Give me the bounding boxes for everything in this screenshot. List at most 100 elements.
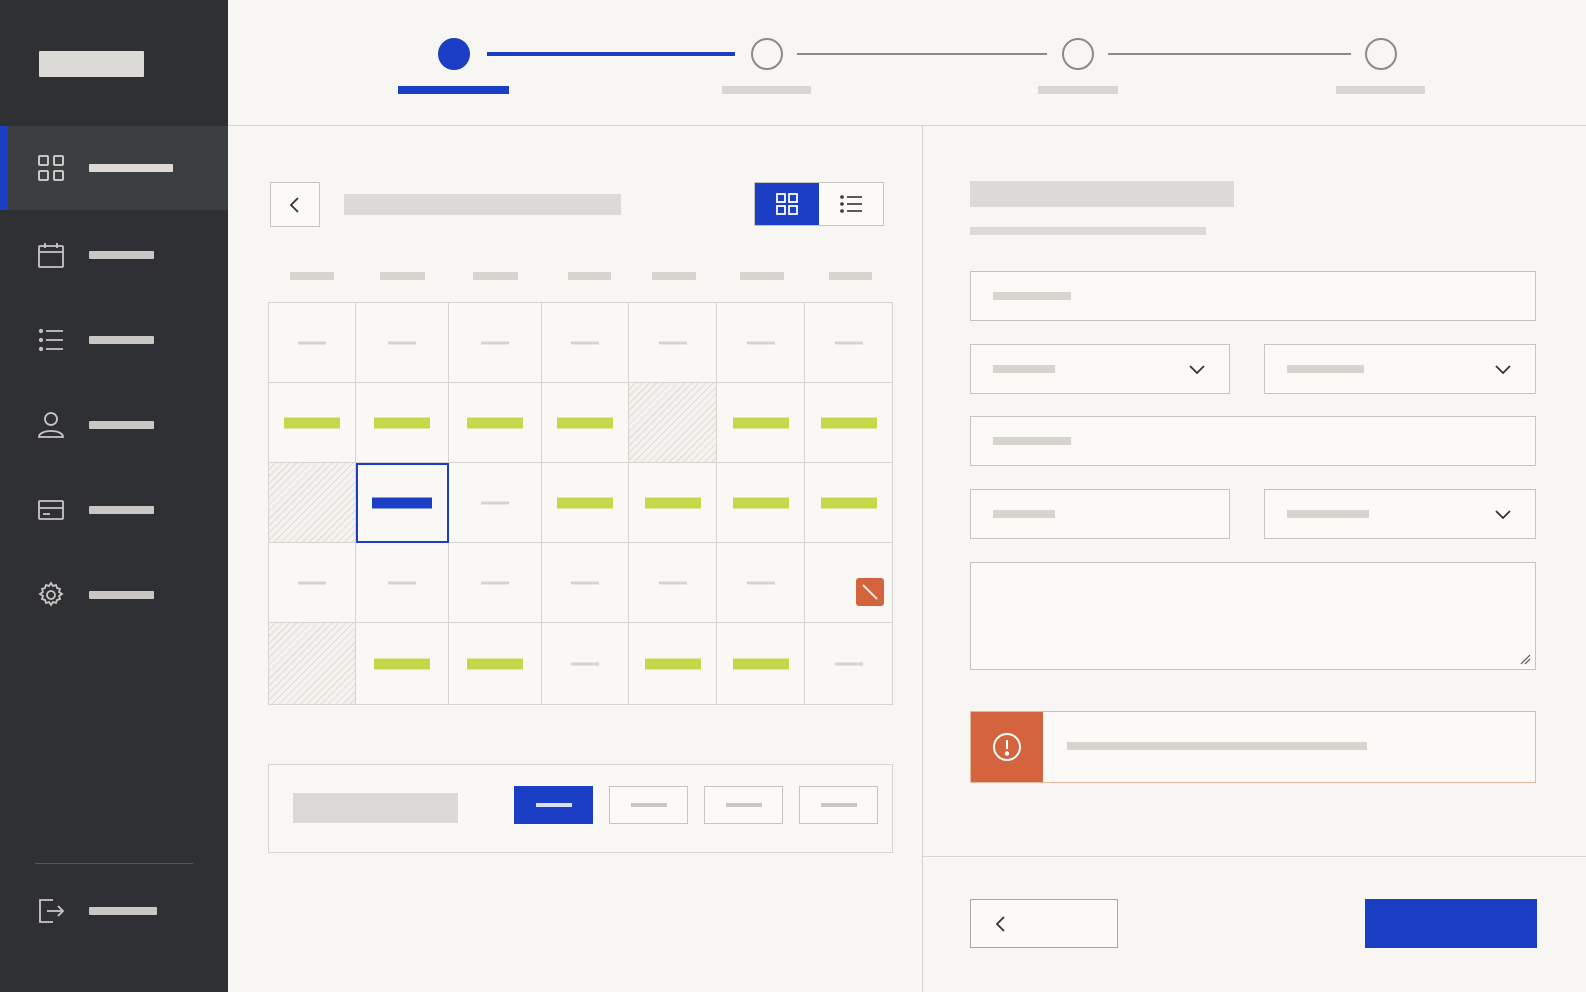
calendar-day-cell bbox=[269, 303, 356, 383]
sidebar-item-profile[interactable] bbox=[0, 383, 228, 467]
calendar-day-cell[interactable] bbox=[805, 383, 892, 463]
available-day-marker bbox=[820, 417, 877, 428]
calendar-day-cell bbox=[356, 303, 449, 383]
sidebar-item-calendar[interactable] bbox=[0, 213, 228, 297]
day-placeholder bbox=[481, 581, 509, 584]
calendar-day-cell[interactable] bbox=[717, 463, 805, 543]
time-slot-option[interactable] bbox=[609, 786, 688, 824]
calendar-day-cell[interactable] bbox=[449, 383, 542, 463]
calendar-day-cell[interactable] bbox=[542, 463, 629, 543]
step-1-label bbox=[398, 86, 509, 94]
calendar-day-cell[interactable] bbox=[542, 383, 629, 463]
day-placeholder bbox=[658, 341, 687, 344]
available-day-marker bbox=[732, 417, 789, 428]
list-icon bbox=[37, 326, 65, 354]
sidebar-item-settings[interactable] bbox=[0, 553, 228, 637]
select-field[interactable] bbox=[1264, 344, 1536, 394]
sidebar-item-list[interactable] bbox=[0, 298, 228, 382]
field-placeholder bbox=[1287, 365, 1364, 373]
weekday-label bbox=[473, 272, 518, 280]
time-slot-option[interactable] bbox=[704, 786, 783, 824]
resize-handle-icon[interactable] bbox=[1519, 653, 1531, 665]
calendar-day-cell[interactable] bbox=[629, 623, 717, 704]
step-3-label bbox=[1038, 86, 1118, 94]
grid-view-button[interactable] bbox=[755, 183, 819, 225]
alert-message bbox=[1067, 742, 1367, 750]
calendar-grid bbox=[268, 302, 893, 705]
calendar-day-cell[interactable] bbox=[356, 383, 449, 463]
calendar-day-cell bbox=[805, 303, 892, 383]
day-placeholder bbox=[658, 581, 687, 584]
previous-button[interactable] bbox=[970, 899, 1118, 948]
calendar-day-cell[interactable] bbox=[629, 463, 717, 543]
calendar-day-cell[interactable] bbox=[717, 383, 805, 463]
user-icon bbox=[37, 411, 65, 439]
weekday-label bbox=[740, 272, 784, 280]
grid-icon bbox=[37, 154, 65, 182]
textarea-field[interactable] bbox=[970, 562, 1536, 670]
calendar-day-cell bbox=[629, 383, 717, 463]
available-day-marker bbox=[820, 497, 877, 508]
weekday-label bbox=[290, 272, 334, 280]
available-day-marker bbox=[732, 658, 789, 669]
calendar-day-cell[interactable] bbox=[717, 623, 805, 704]
calendar-day-cell[interactable] bbox=[356, 623, 449, 704]
step-2-indicator[interactable] bbox=[751, 38, 783, 70]
gear-icon bbox=[37, 581, 65, 609]
step-connector bbox=[797, 53, 1047, 55]
day-placeholder bbox=[298, 581, 326, 584]
calendar-day-cell[interactable] bbox=[269, 383, 356, 463]
calendar-day-cell[interactable] bbox=[449, 623, 542, 704]
time-slot-option[interactable] bbox=[799, 786, 878, 824]
available-day-marker bbox=[644, 497, 701, 508]
text-field[interactable] bbox=[970, 489, 1230, 539]
weekday-label bbox=[829, 272, 872, 280]
calendar-day-cell[interactable] bbox=[805, 463, 892, 543]
text-field[interactable] bbox=[970, 416, 1536, 466]
available-day-marker bbox=[467, 658, 523, 669]
time-slot-option[interactable] bbox=[514, 786, 593, 824]
text-field[interactable] bbox=[970, 271, 1536, 321]
weekday-label bbox=[380, 272, 425, 280]
calendar-day-cell bbox=[805, 543, 892, 623]
calendar-day-cell bbox=[542, 543, 629, 623]
field-placeholder bbox=[993, 365, 1055, 373]
step-1-indicator[interactable] bbox=[438, 38, 470, 70]
calendar-day-cell bbox=[629, 543, 717, 623]
sidebar-item-label bbox=[89, 251, 154, 259]
calendar-day-cell bbox=[542, 303, 629, 383]
step-4-indicator[interactable] bbox=[1365, 38, 1397, 70]
calendar-day-cell[interactable] bbox=[356, 463, 449, 543]
calendar-day-cell bbox=[269, 623, 356, 704]
day-placeholder bbox=[834, 662, 863, 665]
next-button[interactable] bbox=[1365, 899, 1537, 948]
available-day-marker bbox=[557, 497, 613, 508]
list-icon bbox=[840, 195, 862, 213]
day-placeholder bbox=[388, 341, 416, 344]
available-day-marker bbox=[557, 417, 613, 428]
view-toggle bbox=[754, 182, 884, 226]
form-subtitle bbox=[970, 227, 1206, 235]
chevron-left-icon bbox=[289, 196, 299, 213]
sidebar-item-payments[interactable] bbox=[0, 468, 228, 552]
sidebar-item-label bbox=[89, 907, 157, 915]
day-placeholder bbox=[481, 501, 509, 504]
sidebar-item-logout[interactable] bbox=[0, 869, 228, 953]
sidebar-item-label bbox=[89, 506, 154, 514]
sidebar-item-dashboard[interactable] bbox=[0, 126, 228, 210]
chevron-down-icon bbox=[1189, 365, 1205, 375]
field-placeholder bbox=[993, 437, 1071, 445]
calendar-day-cell bbox=[717, 543, 805, 623]
warning-alert bbox=[970, 711, 1536, 783]
calendar-day-cell bbox=[449, 303, 542, 383]
select-field[interactable] bbox=[1264, 489, 1536, 539]
list-view-button[interactable] bbox=[819, 183, 883, 225]
sidebar bbox=[0, 0, 228, 992]
available-day-marker bbox=[644, 658, 701, 669]
step-4-label bbox=[1336, 86, 1425, 94]
step-3-indicator[interactable] bbox=[1062, 38, 1094, 70]
available-day-marker bbox=[732, 497, 789, 508]
available-day-marker bbox=[284, 417, 340, 428]
select-field[interactable] bbox=[970, 344, 1230, 394]
prev-month-button[interactable] bbox=[270, 182, 320, 227]
